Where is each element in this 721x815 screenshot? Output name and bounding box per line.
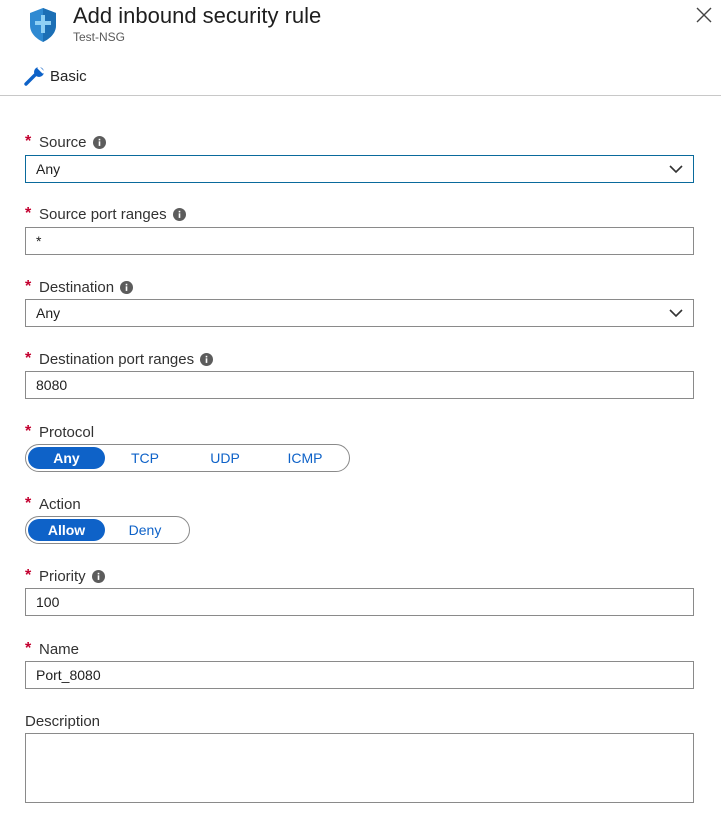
priority-input[interactable]: 100 (25, 588, 694, 616)
destination-label-row: * Destination (25, 277, 134, 297)
description-label-row: Description (25, 711, 100, 731)
protocol-option-icmp[interactable]: ICMP (265, 447, 345, 469)
destination-label: Destination (39, 278, 115, 296)
destination-port-ranges-value: 8080 (36, 377, 68, 393)
source-port-label-row: * Source port ranges (25, 204, 186, 224)
source-dropdown[interactable]: Any (25, 155, 694, 183)
chevron-down-icon (669, 165, 683, 174)
add-inbound-rule-panel: Add inbound security rule Test-NSG Basic… (0, 0, 721, 815)
source-label-row: * Source (25, 132, 106, 152)
action-label: Action (39, 495, 81, 513)
name-input[interactable]: Port_8080 (25, 661, 694, 689)
info-icon[interactable] (120, 280, 134, 294)
info-icon[interactable] (172, 207, 186, 221)
close-icon[interactable] (694, 5, 714, 25)
protocol-label: Protocol (39, 423, 95, 441)
info-icon[interactable] (200, 352, 214, 366)
source-label: Source (39, 133, 87, 151)
source-port-ranges-input[interactable]: * (25, 227, 694, 255)
priority-label-row: * Priority (25, 566, 105, 586)
protocol-option-any[interactable]: Any (28, 447, 105, 469)
shield-icon (30, 8, 56, 42)
panel-header: Add inbound security rule Test-NSG Basic (0, 0, 721, 96)
destination-port-ranges-input[interactable]: 8080 (25, 371, 694, 399)
protocol-option-udp[interactable]: UDP (185, 447, 265, 469)
action-option-deny[interactable]: Deny (105, 519, 185, 541)
page-title: Add inbound security rule (73, 3, 322, 28)
required-marker: * (25, 495, 32, 512)
protocol-toggle: Any TCP UDP ICMP (25, 444, 350, 472)
destination-value: Any (36, 305, 61, 321)
source-port-ranges-label: Source port ranges (39, 205, 167, 223)
basic-mode-button[interactable]: Basic (24, 64, 87, 88)
required-marker: * (25, 350, 32, 367)
protocol-label-row: * Protocol (25, 422, 94, 442)
required-marker: * (25, 567, 32, 584)
info-icon[interactable] (91, 569, 105, 583)
destination-port-label-row: * Destination port ranges (25, 349, 214, 369)
wrench-icon (24, 66, 45, 86)
name-label: Name (39, 640, 80, 658)
page-subtitle: Test-NSG (73, 30, 126, 44)
required-marker: * (25, 205, 32, 222)
name-value: Port_8080 (36, 667, 101, 683)
chevron-down-icon (669, 309, 683, 318)
priority-label: Priority (39, 567, 86, 585)
required-marker: * (25, 423, 32, 440)
source-port-ranges-value: * (36, 233, 42, 249)
destination-dropdown[interactable]: Any (25, 299, 694, 327)
required-marker: * (25, 133, 32, 150)
required-marker: * (25, 278, 32, 295)
info-icon[interactable] (92, 135, 106, 149)
priority-value: 100 (36, 594, 60, 610)
required-marker: * (25, 640, 32, 657)
action-toggle: Allow Deny (25, 516, 190, 544)
basic-label: Basic (50, 67, 87, 85)
protocol-option-tcp[interactable]: TCP (105, 447, 185, 469)
name-label-row: * Name (25, 639, 79, 659)
description-textarea[interactable] (25, 733, 694, 803)
source-value: Any (36, 161, 61, 177)
action-label-row: * Action (25, 494, 81, 514)
description-label: Description (25, 712, 101, 730)
destination-port-ranges-label: Destination port ranges (39, 350, 195, 368)
action-option-allow[interactable]: Allow (28, 519, 105, 541)
